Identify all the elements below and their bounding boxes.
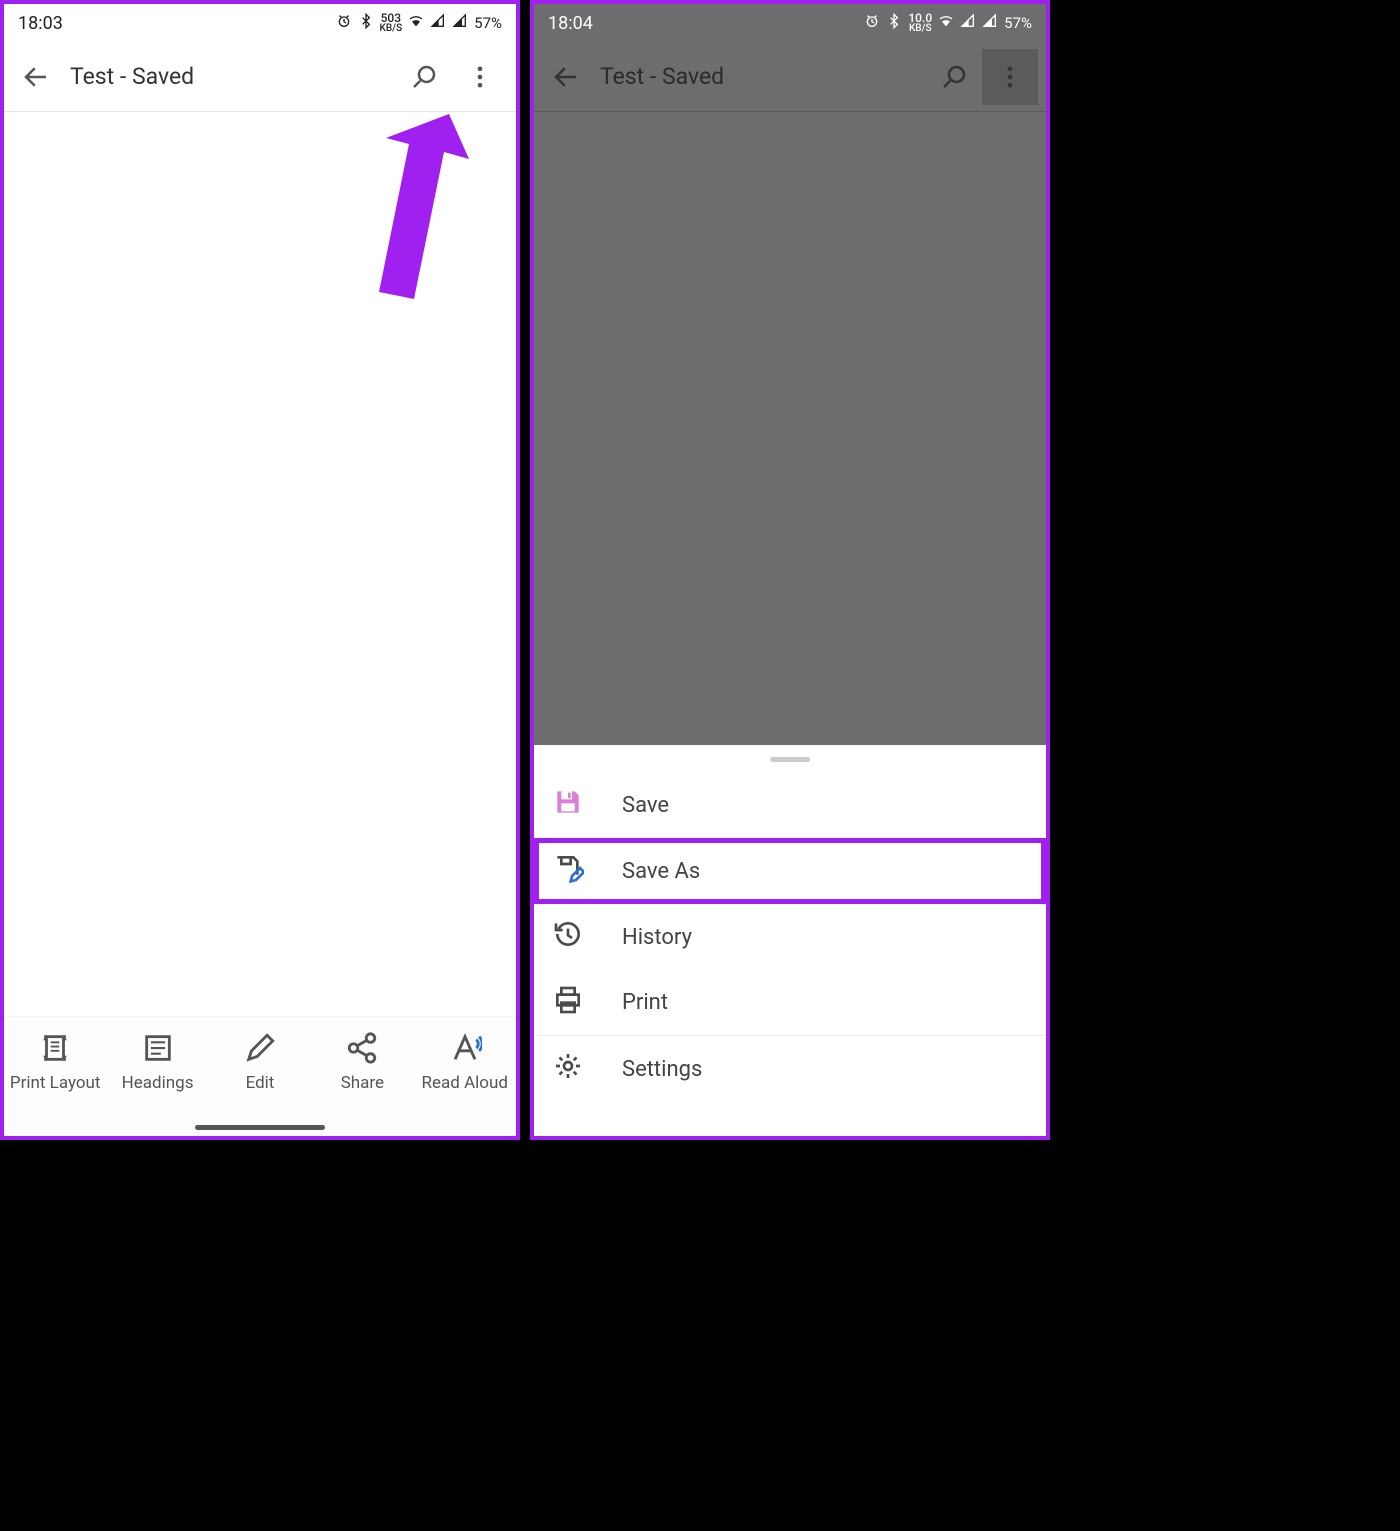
status-time: 18:03	[18, 13, 63, 34]
status-bar: 18:03 503KB/S 57%	[4, 4, 516, 42]
back-button[interactable]	[542, 62, 590, 92]
menu-save-as[interactable]: Save As	[534, 838, 1046, 904]
menu-save[interactable]: Save	[534, 772, 1046, 838]
search-button[interactable]	[396, 49, 452, 105]
print-icon	[552, 984, 584, 1022]
search-button[interactable]	[926, 49, 982, 105]
headings-label: Headings	[122, 1073, 194, 1093]
history-icon	[552, 918, 584, 956]
edit-button[interactable]: Edit	[212, 1031, 307, 1093]
save-as-icon	[552, 852, 584, 890]
network-speed: 503KB/S	[380, 13, 403, 33]
menu-settings[interactable]: Settings	[534, 1036, 1046, 1102]
bottom-toolbar: Print Layout Headings Edit Share Read Al…	[4, 1016, 516, 1136]
menu-history-label: History	[622, 925, 692, 950]
battery-text: 57%	[474, 14, 502, 32]
bluetooth-icon	[886, 13, 902, 33]
back-button[interactable]	[12, 62, 60, 92]
menu-settings-label: Settings	[622, 1057, 702, 1082]
overflow-menu-sheet: Save Save As History Print Settings	[534, 745, 1046, 1136]
save-icon	[552, 786, 584, 824]
app-bar: Test - Saved	[4, 42, 516, 112]
share-button[interactable]: Share	[315, 1031, 410, 1093]
signal-icon-2	[452, 13, 468, 33]
document-title: Test - Saved	[60, 63, 396, 90]
annotation-arrow	[294, 104, 484, 304]
read-aloud-button[interactable]: Read Aloud	[417, 1031, 512, 1093]
settings-icon	[552, 1050, 584, 1088]
read-aloud-label: Read Aloud	[422, 1073, 508, 1093]
signal-icon-1	[960, 13, 976, 33]
phone-screenshot-right: 18:04 10.0KB/S 57% Test - Saved	[530, 0, 1050, 1140]
network-speed: 10.0KB/S	[908, 13, 932, 33]
signal-icon-2	[982, 13, 998, 33]
nav-handle[interactable]	[725, 1125, 855, 1130]
status-bar: 18:04 10.0KB/S 57%	[534, 4, 1046, 42]
menu-save-as-label: Save As	[622, 859, 700, 884]
battery-text: 57%	[1004, 14, 1032, 32]
wifi-icon	[408, 13, 424, 33]
alarm-icon	[864, 13, 880, 33]
bluetooth-icon	[358, 13, 374, 33]
wifi-icon	[938, 13, 954, 33]
print-layout-label: Print Layout	[10, 1073, 101, 1093]
document-title: Test - Saved	[590, 63, 926, 90]
headings-button[interactable]: Headings	[110, 1031, 205, 1093]
more-button[interactable]	[982, 49, 1038, 105]
status-right: 10.0KB/S 57%	[864, 13, 1032, 33]
app-bar: Test - Saved	[534, 42, 1046, 112]
menu-history[interactable]: History	[534, 904, 1046, 970]
signal-icon-1	[430, 13, 446, 33]
print-layout-button[interactable]: Print Layout	[8, 1031, 103, 1093]
phone-screenshot-left: 18:03 503KB/S 57% Test - Saved Print Lay	[0, 0, 520, 1140]
share-label: Share	[341, 1073, 384, 1093]
sheet-grab-handle[interactable]	[770, 757, 810, 762]
status-right: 503KB/S 57%	[336, 13, 502, 33]
status-time: 18:04	[548, 13, 593, 34]
edit-label: Edit	[246, 1073, 275, 1093]
more-button[interactable]	[452, 49, 508, 105]
nav-handle[interactable]	[195, 1125, 325, 1130]
menu-print[interactable]: Print	[534, 970, 1046, 1036]
menu-save-label: Save	[622, 793, 669, 818]
menu-print-label: Print	[622, 990, 668, 1015]
alarm-icon	[336, 13, 352, 33]
